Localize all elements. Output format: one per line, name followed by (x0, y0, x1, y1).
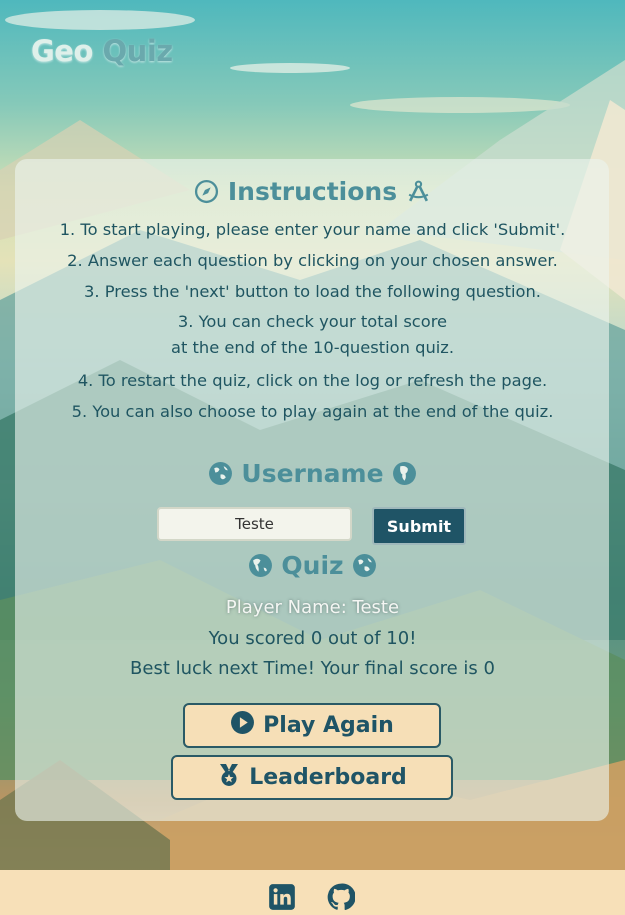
final-score-text: Best luck next Time! Your final score is… (130, 658, 495, 679)
submit-button[interactable]: Submit (372, 507, 466, 545)
globe-asia-icon (352, 553, 377, 578)
play-again-button[interactable]: Play Again (183, 703, 441, 748)
username-heading-text: Username (241, 459, 384, 488)
quiz-heading-text: Quiz (281, 551, 344, 580)
leaderboard-button[interactable]: Leaderboard (171, 755, 453, 800)
leaderboard-label: Leaderboard (249, 765, 407, 790)
instruction-item: 1. To start playing, please enter your n… (59, 220, 566, 239)
instruction-item: 3. You can check your total score at the… (170, 312, 455, 357)
instruction-item: 3. Press the 'next' button to load the f… (84, 282, 541, 301)
instructions-list: 1. To start playing, please enter your n… (0, 219, 625, 432)
play-again-label: Play Again (263, 713, 394, 738)
instruction-item: 4. To restart the quiz, click on the log… (77, 371, 548, 390)
medal-icon (217, 762, 241, 794)
score-text: You scored 0 out of 10! (208, 628, 417, 649)
globe-africa-icon (392, 461, 417, 486)
logo-part-geo: Geo (31, 34, 93, 68)
quiz-heading: Quiz (0, 551, 625, 580)
instructions-heading-text: Instructions (227, 177, 398, 206)
player-name: Player Name: Teste (225, 597, 400, 618)
username-heading: Username (0, 459, 625, 488)
compass-icon (194, 179, 219, 204)
username-input[interactable] (157, 507, 352, 541)
circle-play-icon (230, 710, 255, 741)
github-icon[interactable] (327, 883, 356, 911)
globe-asia-icon (208, 461, 233, 486)
instruction-item: 5. You can also choose to play again at … (71, 402, 554, 421)
logo-part-quiz: Quiz (102, 34, 174, 68)
instruction-item: 2. Answer each question by clicking on y… (67, 251, 558, 270)
instructions-heading: Instructions (0, 177, 625, 206)
drafting-compass-icon (406, 179, 431, 204)
linkedin-icon[interactable] (268, 883, 296, 911)
footer (0, 870, 625, 915)
globe-americas-icon (248, 553, 273, 578)
site-logo[interactable]: Geo Quiz (31, 34, 173, 68)
